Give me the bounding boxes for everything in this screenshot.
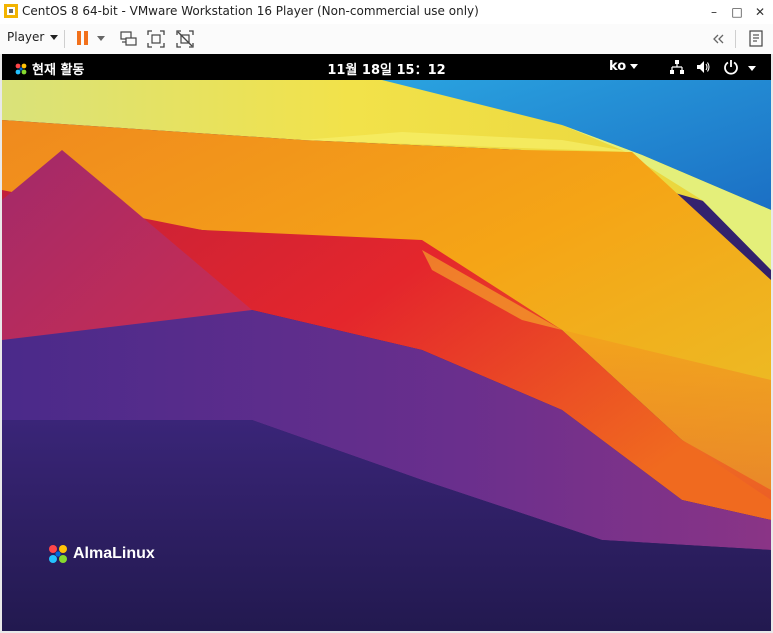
chevron-down-icon (50, 35, 59, 40)
toolbar-divider (64, 30, 65, 48)
volume-icon[interactable] (695, 59, 711, 75)
activities-button[interactable]: 현재 활동 (14, 59, 84, 78)
player-menu-button[interactable]: Player (7, 30, 59, 44)
maximize-button[interactable]: □ (726, 2, 748, 22)
window-titlebar: CentOS 8 64-bit - VMware Workstation 16 … (0, 0, 773, 25)
almalinux-logo-icon (15, 63, 27, 75)
window-title: CentOS 8 64-bit - VMware Workstation 16 … (22, 4, 479, 18)
language-label: ko (609, 59, 627, 74)
chevron-down-icon (630, 64, 639, 69)
brand-name: AlmaLinux (73, 545, 155, 562)
send-ctrl-alt-del-icon[interactable] (118, 28, 140, 50)
fullscreen-icon[interactable] (145, 28, 167, 50)
player-menu-label: Player (7, 30, 45, 44)
message-log-icon[interactable] (745, 28, 767, 50)
close-button[interactable]: ✕ (749, 2, 771, 22)
desktop-wallpaper: AlmaLinux (2, 80, 771, 631)
player-toolbar: Player (0, 24, 773, 55)
vmware-app-icon (4, 4, 18, 18)
network-wired-icon[interactable] (669, 59, 685, 75)
toolbar-divider (735, 30, 736, 48)
double-chevron-left-icon[interactable] (708, 28, 730, 50)
minimize-button[interactable]: – (703, 2, 725, 22)
power-icon[interactable] (723, 59, 739, 75)
clock[interactable]: 11월 18일 15：12 (2, 59, 771, 78)
unity-mode-icon[interactable] (174, 28, 196, 50)
pause-button[interactable] (74, 26, 108, 52)
activities-label: 현재 활동 (32, 63, 85, 78)
gnome-top-bar: 현재 활동 11월 18일 15：12 ko (2, 54, 771, 80)
pause-icon (77, 31, 81, 45)
input-language-menu[interactable]: ko (609, 59, 639, 74)
chevron-down-icon[interactable] (748, 66, 756, 71)
chevron-down-icon[interactable] (97, 36, 105, 41)
pause-icon-bar (84, 31, 88, 45)
almalinux-logo-icon (49, 545, 67, 563)
